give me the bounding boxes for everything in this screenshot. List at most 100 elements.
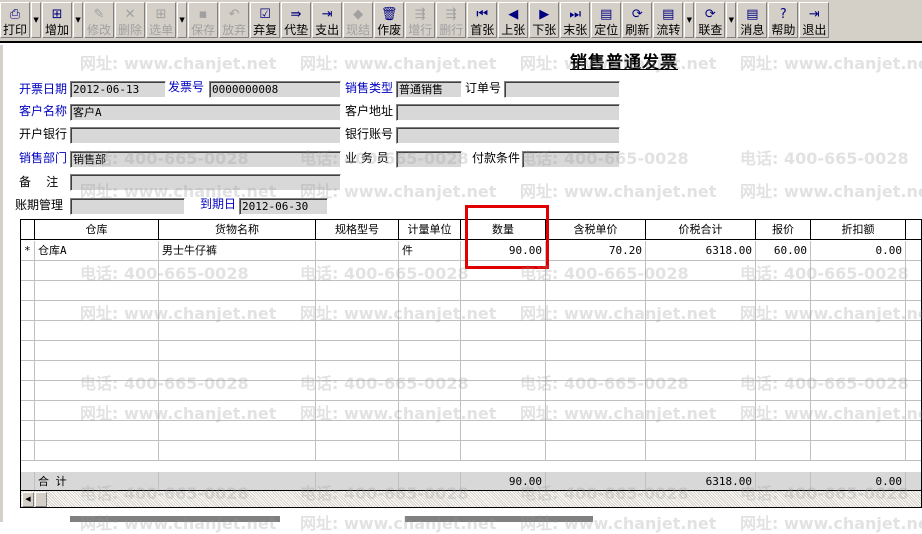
remark-field[interactable] [70,174,341,191]
totals-row: 合 计 90.00 6318.00 0.00 [21,472,921,490]
toolbar-button-locate[interactable]: ▤ 定位 [591,2,622,38]
bank-field[interactable] [70,127,341,144]
grid-cell [316,381,399,401]
toolbar-button-add[interactable]: ⊞ 增加 [42,2,73,38]
horizontal-scrollbar[interactable]: ◀ [20,491,922,508]
watermark-text: 网址: www.chanjet.net [520,514,717,533]
exit-icon: ⇥ [808,7,820,22]
due-date-label: 到期日 [200,197,237,211]
toolbar-button-edit[interactable]: ✎ 修改 [84,2,115,38]
toolbar-button-first[interactable]: ⏮ 首张 [467,2,498,38]
sales-type-label: 销售类型 [345,81,394,95]
dropdown-arrow-icon[interactable]: ▼ [31,2,42,38]
column-header[interactable]: 仓库 [35,220,159,240]
grid-cell [906,321,921,341]
toolbar-button-expense[interactable]: ⇥ 支出 [312,2,343,38]
toolbar-button-printer[interactable]: ⎙ 打印 [0,2,31,38]
invoice-date-field[interactable]: 2012-06-13 [70,81,166,98]
grid-cell [35,401,159,421]
grid-cell[interactable]: 0.00 [811,241,906,261]
refresh-icon: ⟳ [631,7,643,22]
column-header[interactable]: 计量单位 [399,220,461,240]
add-icon: ⊞ [51,7,63,22]
grid-cell[interactable]: 仓库A [35,241,159,261]
account-field[interactable] [396,127,620,144]
empty-row [21,301,921,321]
grid-cell [461,281,546,301]
grid-cell [646,421,756,441]
message-icon: ▤ [746,7,759,22]
salesman-field[interactable] [396,151,462,168]
watermark-text: 网址: www.chanjet.net [520,182,717,201]
sales-type-field[interactable]: 普通销售 [396,81,462,98]
column-header[interactable]: 报价 [756,220,811,240]
expense-icon: ⇥ [321,7,333,22]
toolbar-button-add-row[interactable]: ⇶ 增行 [405,2,436,38]
grid-cell [316,321,399,341]
dept-field[interactable]: 销售部 [70,151,341,168]
customer-label: 客户名称 [19,104,68,118]
grid-cell [316,401,399,421]
dropdown-arrow-icon[interactable]: ▼ [73,2,84,38]
toolbar-button-exit[interactable]: ⇥ 退出 [799,2,830,38]
column-header[interactable]: 折扣额 [811,220,906,240]
grid-cell[interactable]: 男士牛仔裤 [159,241,316,261]
toolbar-button-flow[interactable]: ▤ 流转 [653,2,684,38]
grid-cell[interactable]: 件 [399,241,461,261]
toolbar-button-label: 消息 [740,23,765,37]
scroll-left-icon[interactable]: ◀ [22,492,34,507]
toolbar-button-void[interactable]: 🗑 作废 [374,2,405,38]
toolbar-button-prev[interactable]: ◀ 上张 [498,2,529,38]
restore-icon: ☑ [259,7,271,22]
grid-cell [646,261,756,281]
column-header[interactable]: 价税合计 [646,220,756,240]
grid-cell[interactable] [906,241,921,261]
scroll-thumb[interactable] [35,492,47,507]
dropdown-arrow-icon[interactable]: ▼ [177,2,188,38]
due-date-field[interactable]: 2012-06-30 [239,198,328,215]
grid-cell[interactable] [316,241,399,261]
customer-field[interactable]: 客户A [70,104,341,121]
toolbar-button-refresh[interactable]: ⟳ 刷新 [622,2,653,38]
toolbar-button-advance[interactable]: ⇛ 代垫 [281,2,312,38]
column-header[interactable]: 货物名称 [159,220,316,240]
toolbar-button-settle[interactable]: ◆ 现结 [343,2,374,38]
toolbar-button-save[interactable]: ▪ 保存 [188,2,219,38]
toolbar-button-label: 帮助 [771,23,796,37]
toolbar-button-delete-row[interactable]: ⇶ 删行 [436,2,467,38]
terms-field[interactable] [522,151,620,168]
toolbar-button-query[interactable]: ⟳ 联查 [695,2,726,38]
column-header[interactable]: 含税单价 [546,220,646,240]
toolbar-button-restore[interactable]: ☑ 弃复 [250,2,281,38]
toolbar-button-undo[interactable]: ↶ 放弃 [219,2,250,38]
column-header[interactable]: 规格型号 [316,220,399,240]
toolbar-button-label: 首张 [470,23,495,37]
column-header[interactable] [906,220,921,240]
toolbar-button-help[interactable]: ? 帮助 [768,2,799,38]
address-field[interactable] [396,104,620,121]
toolbar-button-label: 刷新 [625,23,650,37]
dropdown-arrow-icon[interactable]: ▼ [684,2,695,38]
toolbar-button-last[interactable]: ⏭ 末张 [560,2,591,38]
dropdown-arrow-icon[interactable]: ▼ [726,2,737,38]
last-icon: ⏭ [569,7,582,22]
toolbar-button-delete[interactable]: ✕ 删除 [115,2,146,38]
grid-cell [35,281,159,301]
toolbar-button-message[interactable]: ▤ 消息 [737,2,768,38]
row-marker[interactable]: * [21,241,35,261]
grid-cell [646,381,756,401]
toolbar-button-select[interactable]: ⊞ 选单 [146,2,177,38]
grid-cell [159,321,316,341]
toolbar-button-next[interactable]: ▶ 下张 [529,2,560,38]
period-field[interactable] [70,198,185,215]
grid-cell[interactable]: 70.20 [546,241,646,261]
grid-cell [461,401,546,421]
invoice-no-field[interactable]: 0000000008 [209,81,341,98]
grid-cell [159,441,316,461]
grid-cell[interactable]: 60.00 [756,241,811,261]
toolbar-button-label: 上张 [501,23,526,37]
empty-row [21,281,921,301]
grid-cell[interactable]: 6318.00 [646,241,756,261]
order-no-field[interactable] [504,81,620,98]
invoice-date-label: 开票日期 [19,82,68,96]
